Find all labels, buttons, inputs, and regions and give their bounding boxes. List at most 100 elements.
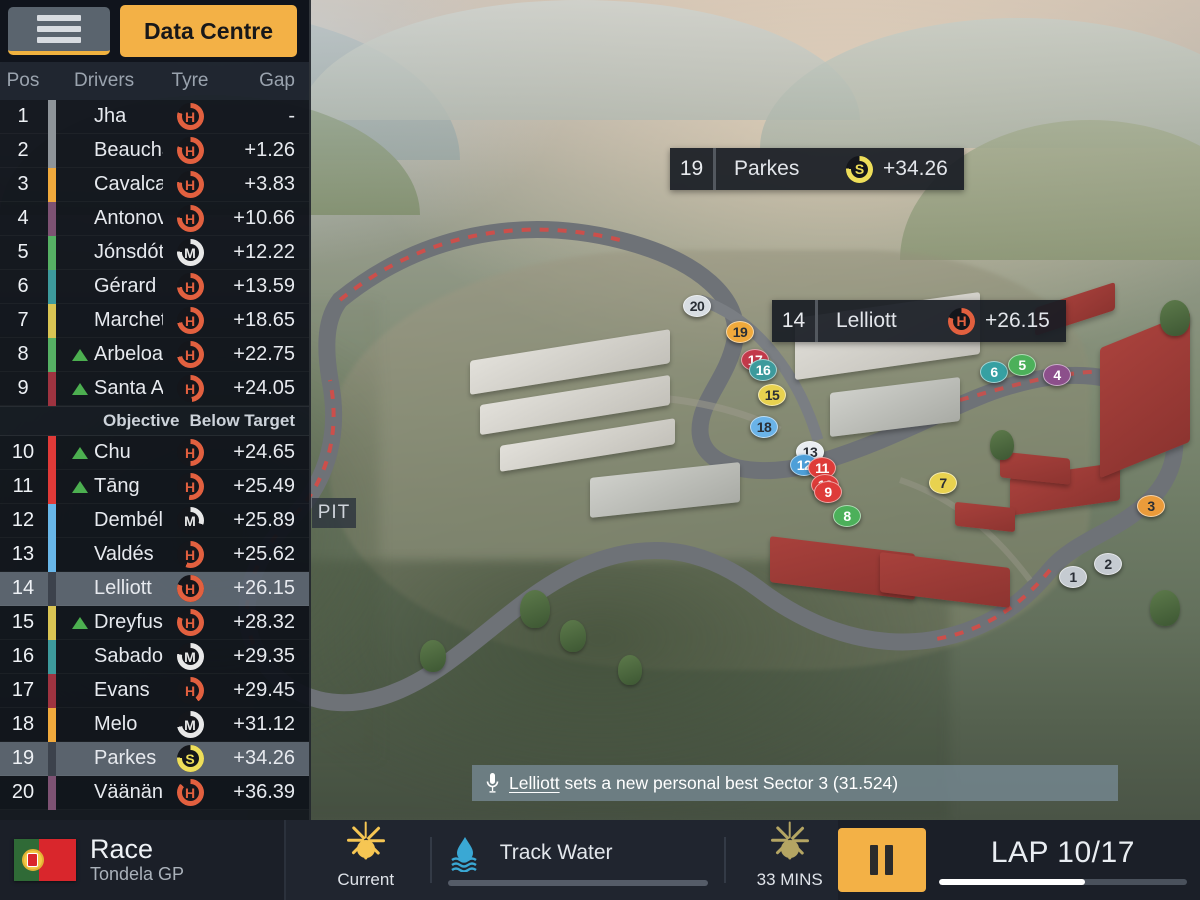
leaderboard-row-5[interactable]: 5 Jónsdóttir M +12.22 — [0, 235, 309, 270]
tyre-compound-h: H — [176, 273, 204, 300]
row-tyre: H — [163, 137, 217, 164]
car-marker-4[interactable]: 4 — [1043, 364, 1071, 386]
tree — [1150, 590, 1180, 626]
driver-name-text: Beaucha... — [94, 139, 163, 161]
row-tyre: H — [163, 341, 217, 368]
leaderboard-row-6[interactable]: 6 Gérard H +13.59 — [0, 269, 309, 304]
row-driver-name: Sabado — [58, 645, 163, 668]
leaderboard-row-1[interactable]: 1 Jha H - — [0, 99, 309, 134]
leaderboard-row-10[interactable]: 10 Chu H +24.65 — [0, 435, 309, 470]
hamburger-menu-button[interactable] — [8, 7, 110, 55]
status-bar: Race Tondela GP Current Track Water 33 M… — [0, 820, 1200, 900]
row-driver-name: Beaucha... — [58, 139, 163, 162]
pause-button[interactable] — [837, 828, 926, 892]
car-marker-1[interactable]: 1 — [1059, 566, 1087, 588]
driver-name-text: Antonov — [94, 207, 163, 229]
row-driver-name: Cavalcanti — [58, 173, 163, 196]
tyre-compound-h: H — [176, 307, 204, 334]
track-water-label: Track Water — [499, 841, 613, 864]
car-marker-16[interactable]: 16 — [749, 359, 777, 381]
leaderboard-row-15[interactable]: 15 Dreyfuss H +28.32 — [0, 605, 309, 640]
leaderboard-row-16[interactable]: 16 Sabado M +29.35 — [0, 639, 309, 674]
tree — [520, 590, 550, 628]
row-gap: - — [288, 105, 295, 127]
car-marker-18[interactable]: 18 — [750, 416, 778, 438]
leaderboard-row-4[interactable]: 4 Antonov H +10.66 — [0, 201, 309, 236]
commentary-driver-link[interactable]: Lelliott — [509, 773, 560, 793]
team-color-stripe — [46, 167, 58, 202]
row-tyre: H — [163, 575, 217, 602]
objective-divider: Objective Below Target — [0, 406, 309, 436]
row-position: 10 — [11, 441, 35, 463]
leaderboard-row-2[interactable]: 2 Beaucha... H +1.26 — [0, 133, 309, 168]
driver-name-text: Lelliott — [94, 577, 152, 599]
leaderboard-row-12[interactable]: 12 Dembélé M +25.89 — [0, 503, 309, 538]
row-tyre: H — [163, 375, 217, 402]
weather-forecast[interactable]: 33 MINS — [742, 821, 838, 890]
car-marker-5[interactable]: 5 — [1008, 354, 1036, 376]
driver-callout-parkes[interactable]: 19 Parkes S +34.26 — [670, 148, 964, 190]
car-marker-3[interactable]: 3 — [1137, 495, 1165, 517]
row-tyre: H — [163, 473, 217, 500]
car-marker-7[interactable]: 7 — [929, 472, 957, 494]
leaderboard-row-19[interactable]: 19 Parkes S +34.26 — [0, 741, 309, 776]
leaderboard-row-7[interactable]: 7 Marchetta H +18.65 — [0, 303, 309, 338]
row-position: 18 — [11, 713, 35, 735]
weather-current[interactable]: Current — [318, 821, 414, 890]
hamburger-menu-icon — [37, 15, 81, 21]
tyre-compound-h: H — [176, 609, 204, 636]
row-position: 7 — [17, 309, 29, 331]
leaderboard-row-3[interactable]: 3 Cavalcanti H +3.83 — [0, 167, 309, 202]
position-change-indicator — [72, 348, 88, 361]
leaderboard-row-8[interactable]: 8 Arbeloa H +22.75 — [0, 337, 309, 372]
leaderboard-row-18[interactable]: 18 Melo M +31.12 — [0, 707, 309, 742]
team-color-stripe — [46, 775, 58, 810]
row-gap: +3.83 — [244, 173, 295, 195]
row-gap: +22.75 — [233, 343, 295, 365]
header-pos: Pos — [6, 70, 40, 91]
car-marker-8[interactable]: 8 — [833, 505, 861, 527]
car-marker-19[interactable]: 19 — [726, 321, 754, 343]
callout-position: 14 — [772, 300, 818, 342]
leaderboard-row-14[interactable]: 14 Lelliott H +26.15 — [0, 571, 309, 606]
team-color-stripe — [46, 469, 58, 504]
car-marker-9[interactable]: 9 — [814, 481, 842, 503]
row-tyre: H — [163, 103, 217, 130]
row-driver-name: Evans — [58, 679, 163, 702]
pause-container — [837, 820, 926, 900]
tyre-compound-m: M — [176, 711, 204, 738]
timing-panel: Data Centre Pos Drivers Tyre Gap 1 Jha H - 2… — [0, 0, 311, 820]
data-centre-button[interactable]: Data Centre — [120, 5, 297, 57]
row-driver-name: Chu — [58, 441, 163, 464]
row-driver-name: Antonov — [58, 207, 163, 230]
water-drop-icon — [450, 837, 477, 872]
row-driver-name: Melo — [58, 713, 163, 736]
event-name: Tondela GP — [90, 863, 185, 884]
driver-callout-lelliott[interactable]: 14 Lelliott H +26.15 — [772, 300, 1066, 342]
driver-name-text: Dembélé — [94, 509, 163, 531]
car-marker-20[interactable]: 20 — [683, 295, 711, 317]
row-driver-name: Arbeloa — [58, 343, 163, 366]
lap-text: LAP 10/17 — [990, 835, 1135, 869]
row-tyre: H — [163, 779, 217, 806]
team-color-stripe — [46, 503, 58, 538]
row-position: 16 — [11, 645, 35, 667]
row-tyre: H — [163, 171, 217, 198]
team-color-stripe — [46, 707, 58, 742]
row-gap: +25.89 — [233, 509, 295, 531]
car-marker-2[interactable]: 2 — [1094, 553, 1122, 575]
leaderboard-row-17[interactable]: 17 Evans H +29.45 — [0, 673, 309, 708]
weather-current-label: Current — [337, 870, 395, 889]
car-marker-15[interactable]: 15 — [758, 384, 786, 406]
row-tyre: H — [163, 205, 217, 232]
callout-position: 19 — [670, 148, 716, 190]
sun-icon — [346, 821, 385, 868]
pit-lane-label: PIT — [312, 498, 356, 528]
leaderboard-row-11[interactable]: 11 Tāng H +25.49 — [0, 469, 309, 504]
tree — [420, 640, 446, 672]
leaderboard-row-20[interactable]: 20 Väänänen H +36.39 — [0, 775, 309, 810]
leaderboard-row-13[interactable]: 13 Valdés H +25.62 — [0, 537, 309, 572]
session-info[interactable]: Race Tondela GP — [0, 820, 286, 900]
leaderboard-row-9[interactable]: 9 Santa Ana H +24.05 — [0, 371, 309, 406]
car-marker-6[interactable]: 6 — [980, 361, 1008, 383]
